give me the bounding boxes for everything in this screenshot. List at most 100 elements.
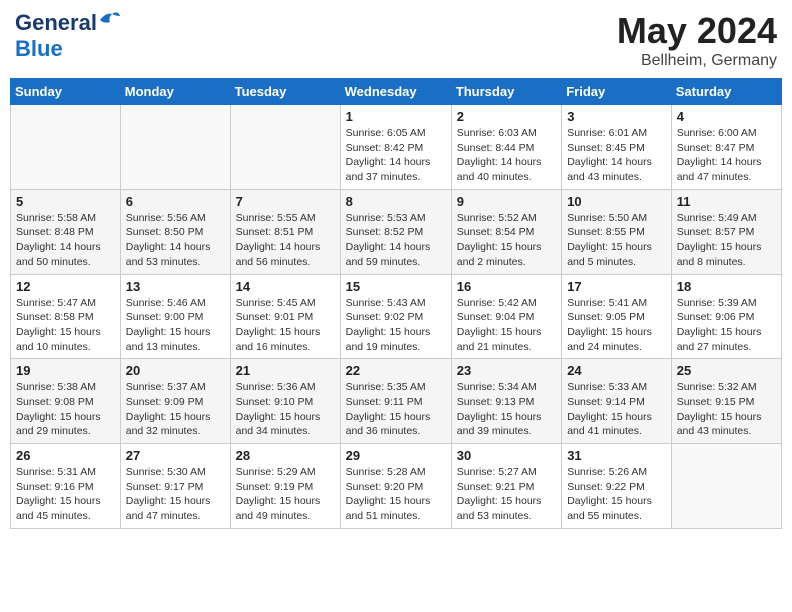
calendar-cell: 13Sunrise: 5:46 AM Sunset: 9:00 PM Dayli… xyxy=(120,274,230,359)
weekday-header-friday: Friday xyxy=(562,79,672,105)
weekday-header-row: SundayMondayTuesdayWednesdayThursdayFrid… xyxy=(11,79,782,105)
calendar-cell: 16 Sunrise: 5:42 AM Sunset: 9:04 PM Dayli… xyxy=(451,274,561,359)
week-row-3: 12 Sunrise: 5:47 AM Sunset: 8:58 PM Dayli… xyxy=(11,274,782,359)
logo-blue-text: Blue xyxy=(15,36,63,62)
calendar-cell: 14 Sunrise: 5:45 AM Sunset: 9:01 PM Dayli… xyxy=(230,274,340,359)
day-info: Sunrise: 5:41 AM Sunset: 9:05 PM Dayligh… xyxy=(567,296,666,355)
day-info: Sunrise: 5:42 AM Sunset: 9:04 PM Dayligh… xyxy=(457,296,556,355)
calendar-cell xyxy=(671,444,781,529)
calendar-table: SundayMondayTuesdayWednesdayThursdayFrid… xyxy=(10,78,782,529)
day-number: 3 xyxy=(567,109,666,124)
calendar-cell: 27 Sunrise: 5:30 AM Sunset: 9:17 PM Dayli… xyxy=(120,444,230,529)
day-number: 1 xyxy=(346,109,446,124)
calendar-cell: 12 Sunrise: 5:47 AM Sunset: 8:58 PM Dayli… xyxy=(11,274,121,359)
calendar-cell: 25 Sunrise: 5:32 AM Sunset: 9:15 PM Dayli… xyxy=(671,359,781,444)
day-info: Sunrise: 5:33 AM Sunset: 9:14 PM Dayligh… xyxy=(567,380,666,439)
day-number: 27 xyxy=(126,448,225,463)
day-info: Sunrise: 5:29 AM Sunset: 9:19 PM Dayligh… xyxy=(236,465,335,524)
day-number: 9 xyxy=(457,194,556,209)
day-info: Sunrise: 5:36 AM Sunset: 9:10 PM Dayligh… xyxy=(236,380,335,439)
calendar-cell: 10 Sunrise: 5:50 AM Sunset: 8:55 PM Dayli… xyxy=(562,189,672,274)
day-info: Sunrise: 5:45 AM Sunset: 9:01 PM Dayligh… xyxy=(236,296,335,355)
day-number: 22 xyxy=(346,363,446,378)
day-info: Sunrise: 6:05 AM Sunset: 8:42 PM Dayligh… xyxy=(346,126,446,185)
day-number: 20 xyxy=(126,363,225,378)
day-info: Sunrise: 5:49 AM Sunset: 8:57 PM Dayligh… xyxy=(677,211,776,270)
week-row-5: 26Sunrise: 5:31 AM Sunset: 9:16 PM Dayli… xyxy=(11,444,782,529)
calendar-cell xyxy=(230,105,340,190)
day-info: Sunrise: 5:47 AM Sunset: 8:58 PM Dayligh… xyxy=(16,296,115,355)
day-info: Sunrise: 5:32 AM Sunset: 9:15 PM Dayligh… xyxy=(677,380,776,439)
day-number: 26 xyxy=(16,448,115,463)
day-info: Sunrise: 5:50 AM Sunset: 8:55 PM Dayligh… xyxy=(567,211,666,270)
day-number: 18 xyxy=(677,279,776,294)
weekday-header-saturday: Saturday xyxy=(671,79,781,105)
day-number: 15 xyxy=(346,279,446,294)
day-number: 12 xyxy=(16,279,115,294)
day-info: Sunrise: 5:55 AM Sunset: 8:51 PM Dayligh… xyxy=(236,211,335,270)
day-number: 6 xyxy=(126,194,225,209)
day-number: 25 xyxy=(677,363,776,378)
day-info: Sunrise: 5:52 AM Sunset: 8:54 PM Dayligh… xyxy=(457,211,556,270)
day-info: Sunrise: 5:34 AM Sunset: 9:13 PM Dayligh… xyxy=(457,380,556,439)
page-header: General Blue May 2024 Bellheim, Germany xyxy=(10,10,782,70)
day-info: Sunrise: 5:26 AM Sunset: 9:22 PM Dayligh… xyxy=(567,465,666,524)
day-number: 8 xyxy=(346,194,446,209)
day-info: Sunrise: 5:56 AM Sunset: 8:50 PM Dayligh… xyxy=(126,211,225,270)
week-row-1: 1 Sunrise: 6:05 AM Sunset: 8:42 PM Daylig… xyxy=(11,105,782,190)
day-number: 30 xyxy=(457,448,556,463)
day-info: Sunrise: 5:46 AM Sunset: 9:00 PM Dayligh… xyxy=(126,296,225,355)
weekday-header-wednesday: Wednesday xyxy=(340,79,451,105)
day-info: Sunrise: 6:00 AM Sunset: 8:47 PM Dayligh… xyxy=(677,126,776,185)
calendar-cell: 29Sunrise: 5:28 AM Sunset: 9:20 PM Dayli… xyxy=(340,444,451,529)
day-number: 21 xyxy=(236,363,335,378)
day-number: 17 xyxy=(567,279,666,294)
day-number: 28 xyxy=(236,448,335,463)
calendar-cell: 11 Sunrise: 5:49 AM Sunset: 8:57 PM Dayli… xyxy=(671,189,781,274)
day-number: 11 xyxy=(677,194,776,209)
calendar-cell: 6 Sunrise: 5:56 AM Sunset: 8:50 PM Daylig… xyxy=(120,189,230,274)
day-number: 10 xyxy=(567,194,666,209)
weekday-header-monday: Monday xyxy=(120,79,230,105)
calendar-cell: 28 Sunrise: 5:29 AM Sunset: 9:19 PM Dayli… xyxy=(230,444,340,529)
calendar-cell: 7Sunrise: 5:55 AM Sunset: 8:51 PM Daylig… xyxy=(230,189,340,274)
calendar-cell: 22 Sunrise: 5:35 AM Sunset: 9:11 PM Dayli… xyxy=(340,359,451,444)
day-info: Sunrise: 5:58 AM Sunset: 8:48 PM Dayligh… xyxy=(16,211,115,270)
calendar-cell xyxy=(11,105,121,190)
weekday-header-tuesday: Tuesday xyxy=(230,79,340,105)
calendar-cell: 21 Sunrise: 5:36 AM Sunset: 9:10 PM Dayli… xyxy=(230,359,340,444)
calendar-cell: 1 Sunrise: 6:05 AM Sunset: 8:42 PM Daylig… xyxy=(340,105,451,190)
location-text: Bellheim, Germany xyxy=(617,52,777,70)
calendar-cell: 9 Sunrise: 5:52 AM Sunset: 8:54 PM Daylig… xyxy=(451,189,561,274)
weekday-header-thursday: Thursday xyxy=(451,79,561,105)
calendar-cell: 17 Sunrise: 5:41 AM Sunset: 9:05 PM Dayli… xyxy=(562,274,672,359)
day-number: 23 xyxy=(457,363,556,378)
day-info: Sunrise: 5:43 AM Sunset: 9:02 PM Dayligh… xyxy=(346,296,446,355)
day-info: Sunrise: 6:03 AM Sunset: 8:44 PM Dayligh… xyxy=(457,126,556,185)
calendar-cell: 2 Sunrise: 6:03 AM Sunset: 8:44 PM Daylig… xyxy=(451,105,561,190)
day-number: 2 xyxy=(457,109,556,124)
day-info: Sunrise: 5:35 AM Sunset: 9:11 PM Dayligh… xyxy=(346,380,446,439)
week-row-2: 5 Sunrise: 5:58 AM Sunset: 8:48 PM Daylig… xyxy=(11,189,782,274)
calendar-cell: 31Sunrise: 5:26 AM Sunset: 9:22 PM Dayli… xyxy=(562,444,672,529)
day-number: 16 xyxy=(457,279,556,294)
title-block: May 2024 Bellheim, Germany xyxy=(617,10,777,70)
calendar-cell: 18 Sunrise: 5:39 AM Sunset: 9:06 PM Dayli… xyxy=(671,274,781,359)
month-title: May 2024 xyxy=(617,10,777,52)
day-number: 24 xyxy=(567,363,666,378)
day-number: 4 xyxy=(677,109,776,124)
logo-bird-icon xyxy=(98,10,120,28)
weekday-header-sunday: Sunday xyxy=(11,79,121,105)
day-info: Sunrise: 5:37 AM Sunset: 9:09 PM Dayligh… xyxy=(126,380,225,439)
day-number: 19 xyxy=(16,363,115,378)
day-number: 5 xyxy=(16,194,115,209)
day-info: Sunrise: 5:30 AM Sunset: 9:17 PM Dayligh… xyxy=(126,465,225,524)
day-info: Sunrise: 5:38 AM Sunset: 9:08 PM Dayligh… xyxy=(16,380,115,439)
day-number: 14 xyxy=(236,279,335,294)
day-info: Sunrise: 5:39 AM Sunset: 9:06 PM Dayligh… xyxy=(677,296,776,355)
logo: General Blue xyxy=(15,10,120,62)
logo-general-text: General xyxy=(15,10,97,36)
calendar-cell: 20 Sunrise: 5:37 AM Sunset: 9:09 PM Dayli… xyxy=(120,359,230,444)
calendar-cell: 4 Sunrise: 6:00 AM Sunset: 8:47 PM Daylig… xyxy=(671,105,781,190)
week-row-4: 19 Sunrise: 5:38 AM Sunset: 9:08 PM Dayli… xyxy=(11,359,782,444)
